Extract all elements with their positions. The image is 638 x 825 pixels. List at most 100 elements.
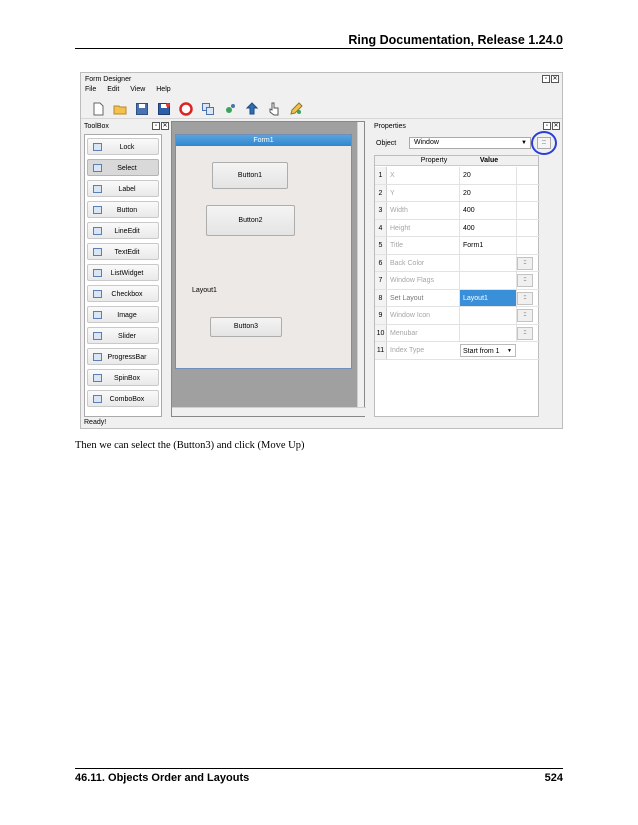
tool-label[interactable]: Label: [87, 180, 159, 197]
tool-image[interactable]: Image: [87, 306, 159, 323]
row-dots-button[interactable]: ::: [517, 274, 533, 287]
form-layout-label[interactable]: Layout1: [192, 287, 217, 294]
property-name: Window Flags: [390, 277, 434, 284]
form-button3[interactable]: Button3: [210, 317, 282, 337]
restore-icon[interactable]: ▫: [542, 75, 550, 83]
index-type-select[interactable]: Start from 1 ▼: [460, 344, 516, 357]
row-number: 5: [375, 237, 387, 254]
tool-textedit[interactable]: TextEdit: [87, 243, 159, 260]
table-row[interactable]: 3 Width 400: [375, 202, 540, 220]
float-icon[interactable]: ▫: [152, 122, 160, 130]
row-dots-button[interactable]: ::: [517, 291, 533, 305]
property-value[interactable]: 400: [459, 202, 517, 219]
close-icon[interactable]: ✕: [552, 122, 560, 130]
table-header: Property Value: [375, 156, 538, 166]
toolbox-list: Lock Select Label Button LineEdit TextEd…: [84, 134, 162, 417]
close-icon[interactable]: ✕: [551, 75, 559, 83]
tool-listwidget[interactable]: ListWidget: [87, 264, 159, 281]
new-file-icon[interactable]: [91, 102, 105, 116]
pointer-hand-icon[interactable]: [267, 102, 281, 116]
table-row[interactable]: 2 Y 20: [375, 184, 540, 202]
row-number: 11: [375, 342, 387, 359]
row-extra-cell: [517, 169, 533, 182]
chevron-down-icon: ▼: [507, 348, 512, 354]
row-number: 8: [375, 289, 387, 306]
row-extra-cell: [517, 239, 533, 252]
property-value[interactable]: 20: [459, 167, 517, 184]
toolbox-scrollbar[interactable]: [163, 134, 169, 417]
footer-page-number: 524: [544, 772, 563, 784]
property-name: Height: [390, 224, 411, 232]
table-row[interactable]: 7 Window Flags::: [375, 272, 540, 290]
caption-text: Then we can select the (Button3) and cli…: [75, 440, 305, 451]
menu-edit[interactable]: Edit: [107, 86, 119, 93]
row-dots-button[interactable]: ::: [517, 309, 533, 322]
row-dots-button[interactable]: ::: [517, 326, 533, 340]
status-bar: Ready!: [84, 419, 107, 426]
tool-spinbox[interactable]: SpinBox: [87, 369, 159, 386]
footer-section: 46.11. Objects Order and Layouts: [75, 772, 250, 784]
row-extra-cell: [517, 222, 533, 235]
table-row[interactable]: 9 Window Icon::: [375, 307, 540, 325]
designer-area: Form1 Button1 Button2 Layout1 Button3: [171, 121, 366, 417]
designer-vscroll[interactable]: [357, 122, 364, 407]
menu-view[interactable]: View: [130, 86, 145, 93]
property-name: Index Type: [390, 347, 425, 354]
table-row[interactable]: 6 Back Color::: [375, 254, 540, 272]
row-extra-cell: [517, 187, 533, 200]
object-select[interactable]: Window ▼: [409, 137, 531, 149]
property-value[interactable]: Form1: [459, 237, 517, 254]
row-dots-button[interactable]: ::: [517, 256, 533, 270]
save-as-icon[interactable]: [157, 102, 171, 116]
menu-file[interactable]: File: [85, 86, 96, 93]
properties-panel: Properties ▫ ✕ Object Window ▼ :: Propert…: [371, 121, 563, 417]
table-row[interactable]: 8 Set Layout Layout1::: [375, 289, 540, 307]
form-window[interactable]: Form1 Button1 Button2 Layout1 Button3: [175, 134, 352, 369]
float-icon[interactable]: ▫: [543, 122, 551, 130]
save-icon[interactable]: [135, 102, 149, 116]
row-number: 2: [375, 184, 387, 201]
row-number: 9: [375, 307, 387, 324]
toolbox-title: ToolBox: [84, 123, 109, 130]
properties-table: Property Value 1 X 20 2 Y 20 3 Width 400 4 Height 4…: [374, 155, 540, 417]
tool-slider[interactable]: Slider: [87, 327, 159, 344]
table-row[interactable]: 11 Index Type Start from 1 ▼: [375, 342, 540, 360]
open-folder-icon[interactable]: [113, 102, 127, 116]
property-value[interactable]: Layout1: [459, 289, 517, 306]
tool-lock[interactable]: Lock: [87, 138, 159, 155]
tool-button[interactable]: Button: [87, 201, 159, 218]
tool-combobox[interactable]: ComboBox: [87, 390, 159, 407]
properties-title: Properties: [374, 123, 406, 130]
menu-help[interactable]: Help: [156, 86, 170, 93]
table-row[interactable]: 4 Height 400: [375, 219, 540, 237]
tool-select[interactable]: Select: [87, 159, 159, 176]
tool-checkbox[interactable]: Checkbox: [87, 285, 159, 302]
property-value[interactable]: 400: [459, 219, 517, 236]
property-value[interactable]: [459, 324, 517, 341]
row-extra-cell: [517, 344, 533, 357]
pencil-icon[interactable]: [289, 102, 303, 116]
tool-progressbar[interactable]: ProgressBar: [87, 348, 159, 365]
table-row[interactable]: 1 X 20: [375, 167, 540, 185]
move-up-icon[interactable]: [245, 102, 259, 116]
form-button2[interactable]: Button2: [206, 205, 295, 236]
form-button1[interactable]: Button1: [212, 162, 288, 189]
designer-hscroll[interactable]: [172, 407, 366, 416]
copy-icon[interactable]: [201, 102, 215, 116]
property-value[interactable]: [459, 307, 517, 324]
close-icon[interactable]: ✕: [161, 122, 169, 130]
property-name: Window Icon: [390, 312, 431, 319]
window-titlebar: Form Designer ▫ ✕: [81, 73, 562, 86]
run-icon[interactable]: [223, 102, 237, 116]
form-designer-window: Form Designer ▫ ✕ File Edit View Help To…: [80, 72, 563, 429]
table-row[interactable]: 5 Title Form1: [375, 237, 540, 255]
property-value[interactable]: [459, 272, 517, 289]
property-name: Title: [390, 242, 403, 249]
table-row[interactable]: 10 Menubar::: [375, 324, 540, 342]
properties-scrollbar[interactable]: [541, 155, 547, 417]
tool-lineedit[interactable]: LineEdit: [87, 222, 159, 239]
property-value[interactable]: [459, 254, 517, 271]
property-name: X: [390, 172, 395, 179]
stop-icon[interactable]: [179, 102, 193, 116]
property-value[interactable]: 20: [459, 184, 517, 201]
